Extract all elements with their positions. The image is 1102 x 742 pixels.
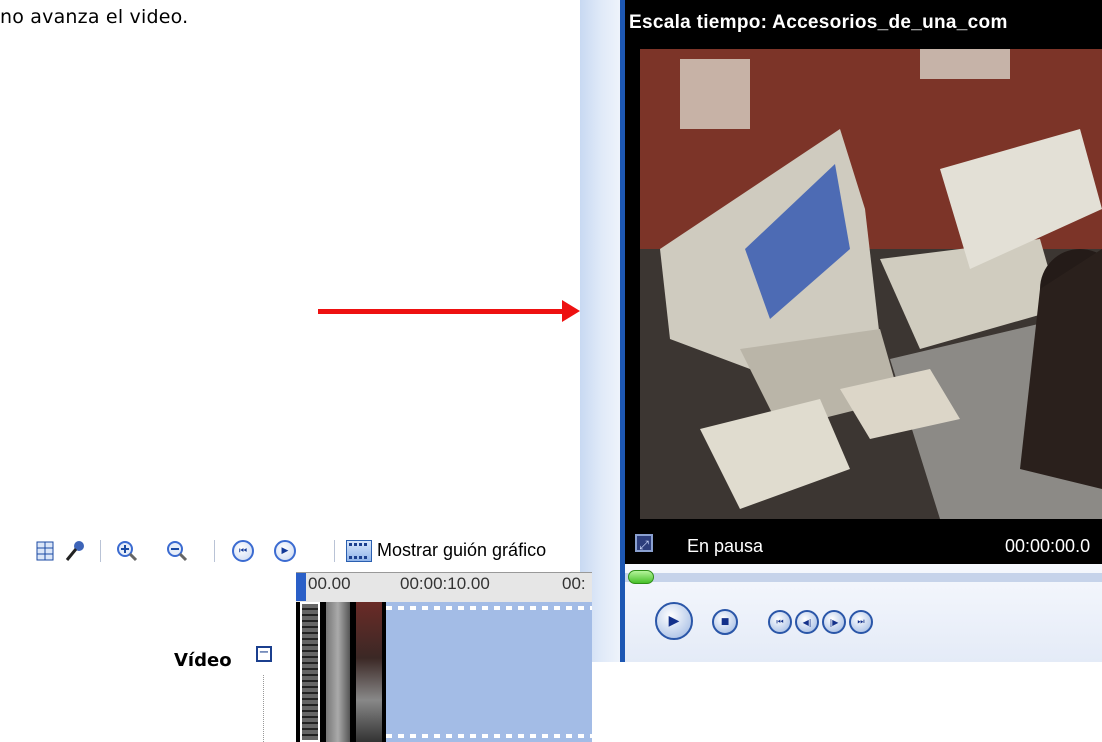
- audio-levels-icon[interactable]: [64, 540, 86, 562]
- step-back-icon[interactable]: ◀|: [795, 610, 819, 634]
- video-frame-illustration: [640, 49, 1102, 519]
- track-tree-line: [263, 675, 265, 742]
- play-timeline-icon[interactable]: ▶: [274, 540, 296, 562]
- seek-bar[interactable]: [625, 573, 1102, 582]
- toolbar-separator: [100, 540, 101, 562]
- film-perforation: [386, 734, 592, 738]
- narrate-timeline-icon[interactable]: [34, 540, 56, 562]
- next-frame-icon[interactable]: ⏭: [849, 610, 873, 634]
- video-clip[interactable]: [356, 602, 382, 742]
- playback-status: En pausa: [687, 536, 764, 556]
- ruler-label: 00:00:10.00: [400, 574, 490, 593]
- step-forward-icon[interactable]: |▶: [822, 610, 846, 634]
- collapse-icon[interactable]: −: [256, 646, 272, 662]
- seek-thumb[interactable]: [628, 570, 654, 584]
- ruler-label: 00:: [562, 574, 586, 593]
- instruction-caption: no avanza el video.: [0, 6, 189, 28]
- fullscreen-icon[interactable]: ⤢: [635, 534, 653, 552]
- film-perforation: [386, 606, 592, 610]
- annotation-arrow-line: [318, 309, 564, 314]
- status-bar: ⤢ En pausa 00:00:00.0: [625, 528, 1102, 564]
- storyboard-icon[interactable]: [346, 540, 372, 562]
- preview-monitor: Escala tiempo: Accesorios_de_una_com ⤢ E…: [580, 0, 1102, 662]
- video-track[interactable]: [296, 602, 592, 742]
- monitor-title: Escala tiempo: Accesorios_de_una_com: [629, 12, 1008, 33]
- toolbar-separator: [334, 540, 335, 562]
- playback-time: 00:00:00.0: [1005, 536, 1091, 556]
- toolbar-separator: [214, 540, 215, 562]
- annotation-arrow-head: [562, 300, 580, 322]
- timeline-toolbar: ⏮ ▶ Mostrar guión gráfico: [0, 530, 600, 572]
- video-clip[interactable]: [300, 602, 320, 742]
- previous-frame-icon[interactable]: ⏮: [768, 610, 792, 634]
- video-preview[interactable]: [640, 49, 1102, 519]
- playhead[interactable]: [296, 573, 306, 601]
- stop-icon[interactable]: ■: [712, 609, 738, 635]
- show-storyboard-button[interactable]: Mostrar guión gráfico: [377, 540, 546, 561]
- video-track-label: Vídeo: [174, 650, 232, 671]
- empty-track-area[interactable]: [386, 602, 592, 742]
- zoom-out-icon[interactable]: [166, 540, 188, 562]
- zoom-in-icon[interactable]: [116, 540, 138, 562]
- play-icon[interactable]: ▶: [655, 602, 693, 640]
- ruler-label: 00.00: [308, 574, 351, 593]
- playback-controls: ▶ ■ ⏮ ◀| |▶ ⏭: [625, 564, 1102, 662]
- video-clip[interactable]: [326, 602, 350, 742]
- timeline-ruler[interactable]: 00.00 00:00:10.00 00:: [296, 572, 592, 604]
- rewind-icon[interactable]: ⏮: [232, 540, 254, 562]
